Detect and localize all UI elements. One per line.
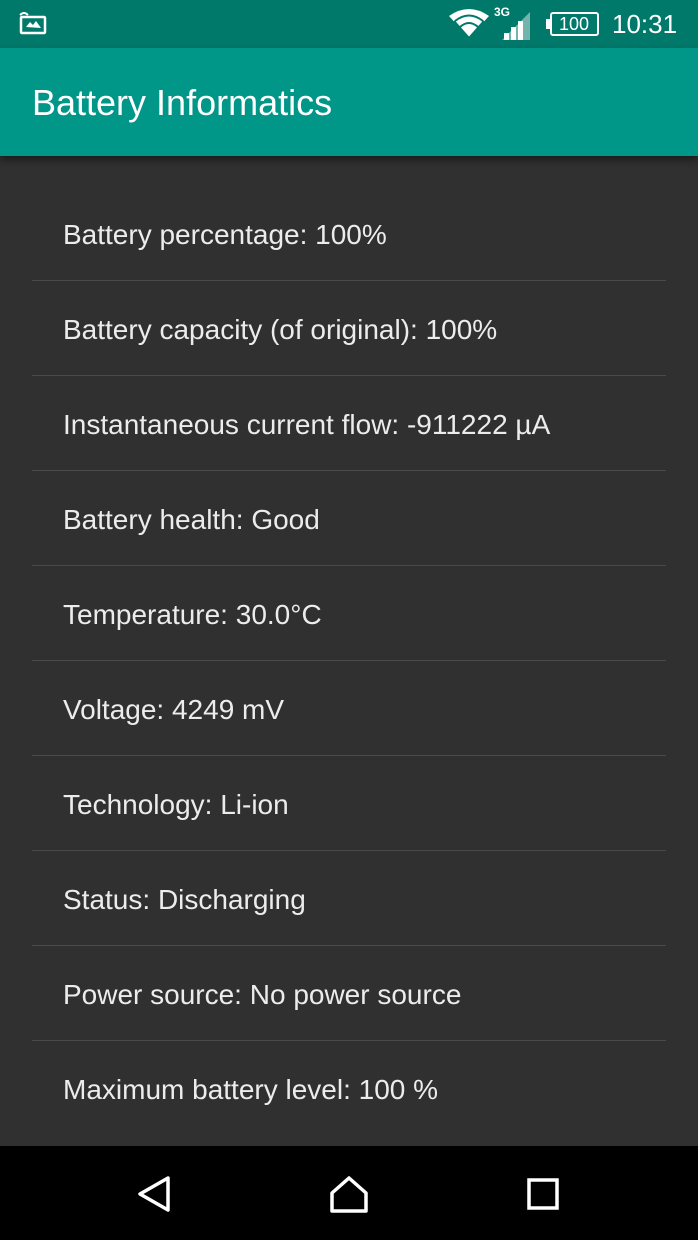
list-item-voltage[interactable]: Voltage: 4249 mV (32, 661, 666, 756)
app-title: Battery Informatics (32, 82, 333, 123)
back-icon[interactable] (134, 1173, 176, 1215)
battery-level: 100 (558, 14, 590, 34)
list-item-technology[interactable]: Technology: Li-ion (32, 756, 666, 851)
list-item-temperature[interactable]: Temperature: 30.0°C (32, 566, 666, 661)
list-item-label: Battery health: Good (63, 504, 320, 535)
wifi-icon (449, 9, 489, 39)
list-item-label: Power source: No power source (63, 979, 462, 1010)
screenshot-notification-icon (19, 12, 47, 35)
list-item-label: Battery capacity (of original): 100% (63, 314, 498, 345)
signal-icon (502, 12, 530, 40)
list-item-current-flow[interactable]: Instantaneous current flow: -911222 µA (32, 376, 666, 471)
list-item-battery-capacity[interactable]: Battery capacity (of original): 100% (32, 281, 666, 376)
app-bar: Battery Informatics (0, 48, 698, 156)
navigation-bar (0, 1146, 698, 1240)
home-icon[interactable] (328, 1173, 370, 1215)
list-item-battery-health[interactable]: Battery health: Good (32, 471, 666, 566)
list-item-label: Temperature: 30.0°C (63, 599, 322, 630)
list-item-battery-percentage[interactable]: Battery percentage: 100% (32, 156, 666, 281)
status-bar: 3G 100 10:31 (0, 0, 698, 48)
list-item-label: Status: Discharging (63, 884, 306, 915)
list-item-label: Battery percentage: 100% (63, 219, 387, 250)
list-item-label: Voltage: 4249 mV (63, 694, 285, 725)
list-item-power-source[interactable]: Power source: No power source (32, 946, 666, 1041)
recents-icon[interactable] (522, 1173, 564, 1215)
list-item-max-battery-level[interactable]: Maximum battery level: 100 % (32, 1041, 666, 1135)
status-clock: 10:31 (612, 9, 678, 39)
list-item-status[interactable]: Status: Discharging (32, 851, 666, 946)
battery-info-list: Battery percentage: 100% Battery capacit… (0, 156, 698, 1146)
list-item-label: Technology: Li-ion (63, 789, 289, 820)
list-item-label: Maximum battery level: 100 % (63, 1074, 439, 1105)
list-item-label: Instantaneous current flow: -911222 µA (63, 409, 551, 440)
